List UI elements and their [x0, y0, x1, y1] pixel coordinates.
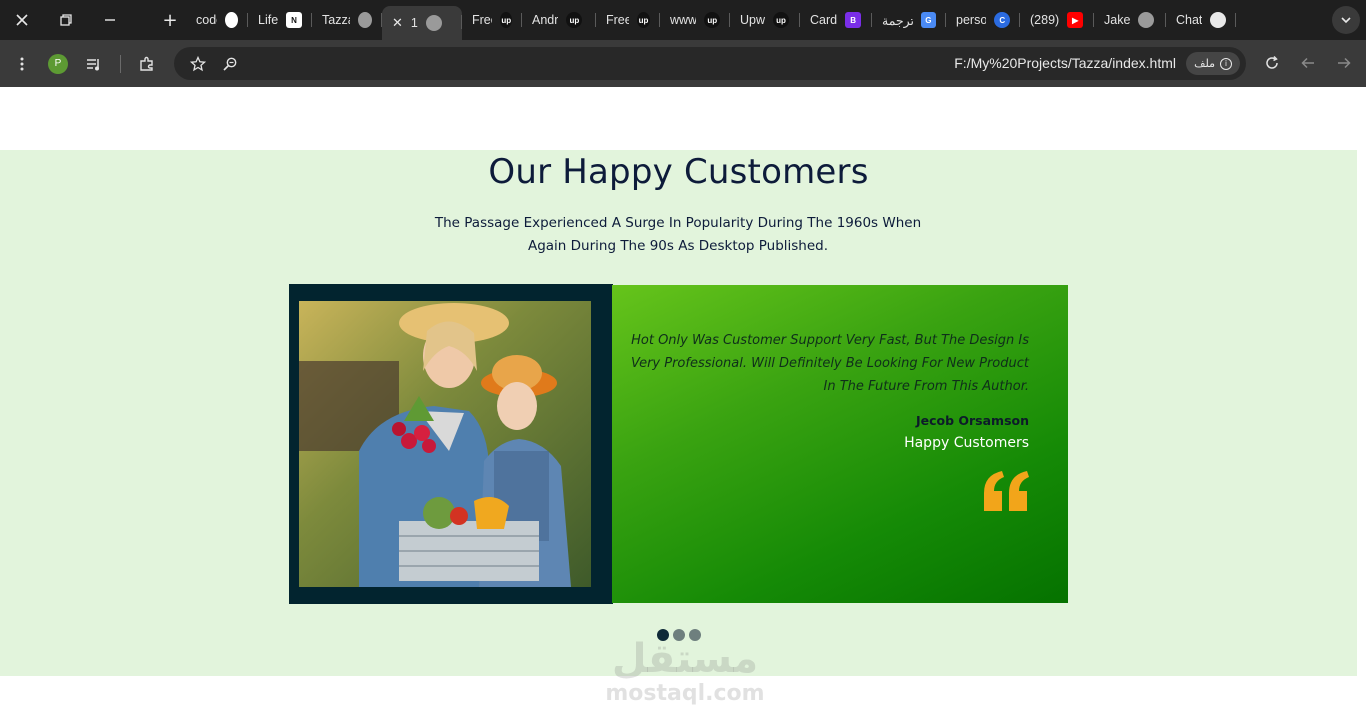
tab-10[interactable]: ترجمة G [872, 4, 946, 36]
watermark-latin: mostaql.com [605, 681, 765, 706]
tab-title: www [670, 13, 697, 27]
youtube-icon: ▶ [1067, 12, 1084, 28]
testimonial-image-panel [289, 284, 613, 604]
tab-3[interactable]: ✕ 1 [382, 6, 462, 40]
tab-1[interactable]: Life N [248, 4, 312, 36]
tab-title: Jake [1104, 13, 1131, 27]
testimonials-section: Our Happy Customers The Passage Experien… [0, 150, 1357, 676]
upwork-icon: up [773, 12, 790, 28]
reload-icon[interactable] [1254, 45, 1290, 81]
tab-title: Upw [740, 13, 766, 27]
openai-icon [1210, 12, 1226, 28]
tab-search-chevron-icon[interactable] [1332, 6, 1360, 34]
back-arrow-icon[interactable] [1290, 45, 1326, 81]
browser-tab-strip: + codeLifeNTazza✕1FreelupAndrupFreelupww… [0, 0, 1366, 40]
address-bar[interactable]: F:/My%20Projects/Tazza/index.html ملف i [174, 47, 1246, 80]
media-playlist-icon[interactable] [76, 46, 112, 82]
testimonial-card: Hot Only Was Customer Support Very Fast,… [289, 284, 1068, 604]
menu-kebab-icon[interactable] [4, 46, 40, 82]
watermark-arabic: مستقل [611, 636, 759, 682]
testimonial-role: Happy Customers [904, 435, 1029, 451]
tab-title: Freel [606, 13, 630, 27]
tab-title: 1 [410, 16, 418, 30]
globe-icon [425, 15, 442, 31]
customer-photo [299, 301, 591, 587]
url-text[interactable]: F:/My%20Projects/Tazza/index.html [954, 55, 1176, 71]
minimize-window-icon[interactable] [88, 0, 132, 40]
tab-title: Chat [1176, 13, 1203, 27]
notion-icon: N [286, 12, 302, 28]
upwork-icon: up [704, 12, 720, 28]
toolbar-divider [120, 54, 121, 73]
zoom-search-icon[interactable] [214, 46, 246, 82]
upwork-icon: up [566, 12, 583, 28]
tab-0[interactable]: code [186, 4, 248, 36]
close-tab-icon[interactable]: ✕ [392, 15, 403, 31]
tab-5[interactable]: Andr up [522, 4, 596, 36]
tab-7[interactable]: www up [660, 4, 730, 36]
tab-2[interactable]: Tazza [312, 4, 382, 36]
extensions-puzzle-icon[interactable] [129, 46, 165, 82]
globe-icon [358, 12, 372, 28]
tab-4[interactable]: Freelup [462, 4, 522, 36]
watermark: مستقل mostaql.com [600, 637, 770, 707]
globe-icon [1138, 12, 1155, 28]
translate-icon: G [920, 12, 936, 28]
tab-6[interactable]: Freelup [596, 4, 660, 36]
github-icon [225, 12, 238, 28]
upwork-icon: up [637, 12, 650, 28]
quote-mark-icon [984, 471, 1029, 511]
tab-title: ترجمة [882, 13, 913, 28]
tab-8[interactable]: Upw up [730, 4, 800, 36]
profile-avatar[interactable]: P [40, 46, 76, 82]
site-info-label: ملف [1194, 57, 1215, 70]
bootstrap-icon: B [845, 12, 862, 28]
bookmark-star-icon[interactable] [182, 46, 214, 82]
tab-title: Life [258, 13, 279, 27]
tab-title: (289) [1030, 13, 1060, 27]
section-subtitle: The Passage Experienced A Surge In Popul… [434, 215, 922, 254]
tab-9[interactable]: Card B [800, 4, 872, 36]
browser-toolbar: P F:/My%20Projects/Tazza/index.html ملف … [0, 40, 1366, 87]
info-icon: i [1220, 57, 1232, 70]
section-title: Our Happy Customers [488, 152, 869, 192]
web-page: Our Happy Customers The Passage Experien… [0, 87, 1366, 728]
canva-icon: C [994, 12, 1010, 28]
tab-title: code [196, 13, 217, 27]
tab-title: Andr [532, 13, 559, 27]
tab-11[interactable]: perso C [946, 4, 1020, 36]
tab-title: perso [956, 13, 987, 27]
testimonial-quote: Hot Only Was Customer Support Very Fast,… [630, 333, 1029, 394]
tab-13[interactable]: Jake [1094, 4, 1166, 36]
upwork-icon: up [500, 12, 512, 28]
tab-list: codeLifeNTazza✕1FreelupAndrupFreelupwwwu… [186, 0, 1236, 40]
profile-initial: P [48, 53, 68, 74]
tab-14[interactable]: Chat [1166, 4, 1236, 36]
forward-arrow-icon[interactable] [1326, 45, 1362, 81]
testimonial-author: Jecob Orsamson [915, 413, 1029, 428]
tab-12[interactable]: (289) ▶ [1020, 4, 1094, 36]
tab-title: Freel [472, 13, 492, 27]
tab-separator [1235, 13, 1236, 27]
tab-title: Card [810, 13, 838, 27]
testimonial-quote-panel: Hot Only Was Customer Support Very Fast,… [612, 285, 1068, 603]
close-window-icon[interactable] [0, 0, 44, 40]
new-tab-button[interactable]: + [154, 0, 186, 40]
restore-window-icon[interactable] [44, 0, 88, 40]
site-info-chip[interactable]: ملف i [1186, 52, 1240, 75]
tab-title: Tazza [322, 13, 350, 27]
